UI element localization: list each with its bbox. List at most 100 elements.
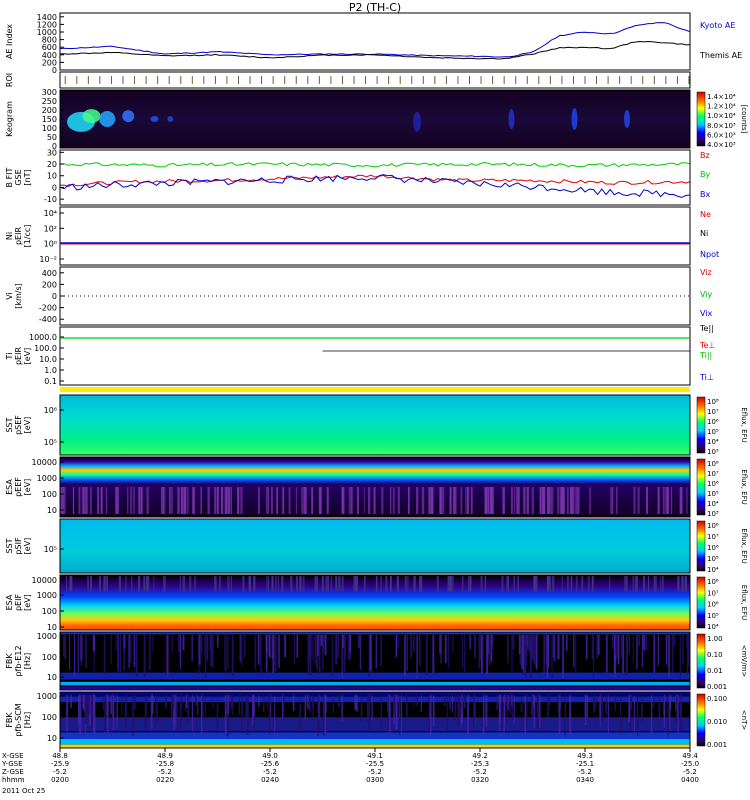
- spectrogram-stripe: [160, 487, 163, 514]
- spectrogram-stripe: [465, 487, 467, 514]
- fbk-stripe: [308, 694, 311, 710]
- spectrogram-stripe: [548, 487, 551, 514]
- spectrogram-stripe: [510, 487, 513, 514]
- fbk-stripe: [257, 634, 260, 665]
- spectrogram-stripe: [413, 576, 416, 592]
- colorbar-tick-label: 1.2×10⁴: [707, 103, 736, 111]
- fbk-stripe: [274, 634, 276, 672]
- spectrogram-stripe: [227, 576, 229, 592]
- colorbar-tick-label: 10⁷: [707, 533, 719, 541]
- spectrogram-stripe: [327, 576, 329, 592]
- spectrogram-stripe: [369, 487, 371, 514]
- fbk-stripe: [605, 694, 608, 716]
- spectrogram-stripe: [138, 487, 141, 514]
- y-tick-label: 200: [42, 106, 57, 115]
- y-axis-label: [1/cc]: [23, 225, 32, 248]
- fbk-stripe: [216, 634, 219, 648]
- spectrogram-stripe: [531, 487, 535, 514]
- spectrogram-stripe: [65, 576, 68, 592]
- y-axis-label: pEIR: [14, 347, 23, 365]
- spectrogram-stripe: [214, 576, 217, 592]
- fbk-stripe: [501, 694, 503, 729]
- fbk-stripe: [262, 694, 265, 713]
- fbk-stripe: [454, 694, 456, 722]
- y-axis-label: pEIF: [14, 594, 23, 611]
- fbk-stripe: [211, 634, 214, 668]
- fbk-stripe: [425, 634, 428, 675]
- separator-band: [60, 387, 690, 392]
- y-axis-label: [eV]: [23, 417, 32, 434]
- colorbar-tick-label: 10⁴: [707, 566, 719, 574]
- colorbar-tick-label: 0.001: [707, 741, 727, 749]
- y-tick-label: 10⁰: [44, 240, 57, 249]
- fbk-stripe: [457, 694, 460, 727]
- fbk-stripe: [227, 634, 229, 670]
- spectrogram-stripe: [653, 576, 655, 592]
- colorbar-tick-label: 4.0×10³: [707, 141, 736, 149]
- spectrogram-stripe: [103, 576, 106, 592]
- fbk-stripe: [547, 694, 549, 718]
- colorbar: [696, 458, 706, 516]
- spectrogram-stripe: [408, 487, 410, 514]
- spectrogram-stripe: [662, 487, 665, 514]
- fbk-stripe: [513, 694, 515, 725]
- y-axis-label: B FIT: [5, 167, 14, 187]
- spectrogram-stripe: [97, 487, 100, 514]
- y-tick-label: 0: [52, 66, 57, 75]
- spectrogram-stripe: [350, 487, 353, 514]
- fbk-stripe: [268, 634, 271, 658]
- spectrogram-stripe: [547, 487, 549, 514]
- fbk-stripe: [331, 634, 333, 676]
- fbk-stripe: [292, 694, 295, 712]
- fbk-stripe: [175, 694, 177, 728]
- colorbar-tick-label: 1.0×10⁴: [707, 112, 736, 120]
- fbk-stripe: [315, 634, 317, 658]
- spectrogram-stripe: [72, 487, 75, 514]
- fbk-stripe: [473, 694, 476, 726]
- spectrogram-stripe: [171, 487, 173, 514]
- series-line-kyoto-ae: [59, 22, 691, 58]
- y-tick-label: 10000: [32, 576, 57, 585]
- colorbar-label: Eflux, EFU: [740, 407, 748, 442]
- fbk-stripe: [368, 634, 370, 678]
- fbk-stripe: [85, 634, 88, 669]
- fbk-stripe: [80, 634, 82, 661]
- colorbar-label: <nT>: [740, 710, 748, 731]
- spectrogram-stripe: [242, 576, 245, 592]
- spectrogram-stripe: [214, 487, 216, 514]
- spectrogram-stripe: [335, 576, 338, 592]
- legend-entry: Vix: [700, 309, 713, 318]
- legend-entry: Ne: [700, 210, 711, 219]
- y-tick-label: 1000.0: [29, 333, 57, 342]
- spectrogram-stripe: [163, 576, 166, 592]
- y-tick-label: 10000: [32, 458, 57, 467]
- fbk-stripe: [406, 634, 408, 671]
- fbk-stripe: [124, 694, 127, 721]
- spectrogram-stripe: [146, 487, 149, 514]
- fbk-stripe: [687, 634, 690, 667]
- spectrogram-stripe: [330, 576, 333, 592]
- spectrogram-stripe: [248, 576, 252, 592]
- fbk-stripe: [318, 694, 320, 732]
- spectrogram-stripe: [681, 576, 684, 592]
- time-axis-row-label: Y-GSE: [1, 760, 23, 768]
- panel-frame-ae: [59, 12, 691, 71]
- y-tick-label: 10.0: [39, 355, 57, 364]
- fbk-stripe: [461, 634, 464, 668]
- legend-entry: Viz: [700, 268, 712, 277]
- spectrogram-stripe: [189, 576, 192, 592]
- fbk-stripe: [115, 634, 117, 651]
- time-axis-value: 49.3: [577, 752, 593, 760]
- fbk-stripe: [461, 694, 463, 710]
- spectrogram-stripe: [348, 487, 351, 514]
- fbk-stripe: [272, 634, 275, 674]
- spectrogram-stripe: [646, 487, 649, 514]
- y-tick-label: 1000: [37, 591, 57, 600]
- spectrogram-stripe: [396, 576, 399, 592]
- fbk-stripe: [679, 694, 682, 731]
- legend-entry: Kyoto AE: [700, 21, 735, 30]
- y-axis-label: Keogram: [5, 101, 14, 137]
- panel-frame-density: [59, 206, 691, 266]
- colorbar-tick-label: 0.001: [707, 683, 727, 691]
- spectrogram-stripe: [311, 487, 313, 514]
